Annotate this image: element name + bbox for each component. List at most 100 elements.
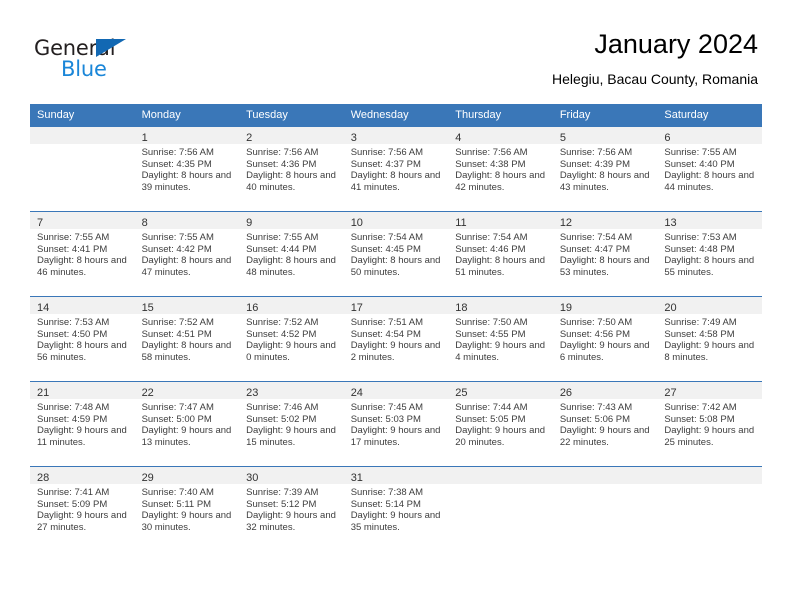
- day-number: 27: [664, 387, 677, 399]
- day-number-band: 20: [657, 297, 762, 314]
- calendar-header-row: Sunday Monday Tuesday Wednesday Thursday Frid…: [30, 104, 762, 127]
- day-number-band: 8: [134, 212, 240, 229]
- sunset-text: Sunset: 5:11 PM: [141, 498, 212, 510]
- day-details: Sunrise: 7:47 AM Sunset: 5:00 PM Daylight:…: [135, 399, 240, 448]
- daylight-text: Daylight: 9 hours and 0 minutes.: [246, 340, 336, 363]
- page-subtitle: Helegiu, Bacau County, Romania: [552, 71, 758, 87]
- calendar-day-cell[interactable]: 29 Sunrise: 7:40 AM Sunset: 5:11 PM Dayligh…: [134, 466, 240, 551]
- day-cell-inner: 29 Sunrise: 7:40 AM Sunset: 5:11 PM Dayligh…: [134, 467, 240, 551]
- sunrise-text: Sunrise: 7:46 AM: [246, 402, 319, 413]
- day-number-band: 12: [552, 212, 658, 229]
- sunset-text: Sunset: 4:50 PM: [37, 328, 108, 340]
- calendar-week-row: 14 Sunrise: 7:53 AM Sunset: 4:50 PM Dayligh…: [30, 296, 762, 382]
- day-details: Sunrise: 7:50 AM Sunset: 4:55 PM Daylight:…: [448, 314, 553, 363]
- sunrise-text: Sunrise: 7:51 AM: [350, 317, 424, 328]
- day-cell-inner: 4 Sunrise: 7:56 AM Sunset: 4:38 PM Daylight…: [448, 127, 553, 211]
- calendar-day-cell[interactable]: 6 Sunrise: 7:55 AM Sunset: 4:40 PM Daylight…: [657, 126, 762, 212]
- calendar-day-cell[interactable]: 8 Sunrise: 7:55 AM Sunset: 4:42 PM Daylight…: [134, 211, 240, 297]
- calendar-day-cell[interactable]: 7 Sunrise: 7:55 AM Sunset: 4:41 PM Daylight…: [30, 211, 135, 297]
- calendar-day-cell[interactable]: 11 Sunrise: 7:54 AM Sunset: 4:46 PM Dayligh…: [448, 211, 553, 297]
- calendar-day-cell[interactable]: 17 Sunrise: 7:51 AM Sunset: 4:54 PM Dayligh…: [343, 296, 449, 382]
- sunrise-text: Sunrise: 7:50 AM: [455, 317, 528, 328]
- calendar-day-cell[interactable]: 31 Sunrise: 7:38 AM Sunset: 5:14 PM Dayligh…: [343, 466, 449, 551]
- day-details: Sunrise: 7:42 AM Sunset: 5:08 PM Daylight:…: [657, 399, 762, 448]
- calendar-day-cell[interactable]: 3 Sunrise: 7:56 AM Sunset: 4:37 PM Daylight…: [343, 126, 449, 212]
- day-cell-inner: 24 Sunrise: 7:45 AM Sunset: 5:03 PM Dayligh…: [343, 382, 449, 466]
- calendar-day-cell[interactable]: 9 Sunrise: 7:55 AM Sunset: 4:44 PM Daylight…: [239, 211, 344, 297]
- day-number-band: 9: [239, 212, 344, 229]
- sunrise-text: Sunrise: 7:43 AM: [559, 402, 633, 413]
- calendar-day-cell[interactable]: 4 Sunrise: 7:56 AM Sunset: 4:38 PM Daylight…: [448, 126, 553, 212]
- day-number-band: 7: [30, 212, 135, 229]
- daylight-text: Daylight: 9 hours and 6 minutes.: [559, 340, 650, 363]
- day-cell-inner: 3 Sunrise: 7:56 AM Sunset: 4:37 PM Daylight…: [343, 127, 449, 211]
- day-number: 12: [559, 217, 573, 229]
- calendar-day-cell[interactable]: 15 Sunrise: 7:52 AM Sunset: 4:51 PM Dayligh…: [134, 296, 240, 382]
- day-number-band: 14: [30, 297, 135, 314]
- general-blue-logo[interactable]: General Blue: [34, 37, 164, 83]
- daylight-text: Daylight: 8 hours and 53 minutes.: [559, 255, 650, 278]
- calendar-day-cell[interactable]: 24 Sunrise: 7:45 AM Sunset: 5:03 PM Dayligh…: [343, 381, 449, 467]
- calendar-day-cell[interactable]: 22 Sunrise: 7:47 AM Sunset: 5:00 PM Dayligh…: [134, 381, 240, 467]
- day-details: Sunrise: 7:52 AM Sunset: 4:51 PM Daylight:…: [135, 314, 240, 363]
- day-number: 11: [455, 217, 467, 229]
- sunset-text: Sunset: 4:40 PM: [664, 158, 735, 170]
- day-details: Sunrise: 7:56 AM Sunset: 4:38 PM Daylight:…: [448, 144, 553, 193]
- calendar-day-cell[interactable]: 27 Sunrise: 7:42 AM Sunset: 5:08 PM Dayligh…: [657, 381, 762, 467]
- calendar-day-cell[interactable]: 16 Sunrise: 7:52 AM Sunset: 4:52 PM Dayligh…: [239, 296, 344, 382]
- sunrise-text: Sunrise: 7:48 AM: [37, 402, 110, 413]
- day-number: 23: [246, 387, 259, 399]
- calendar-day-cell[interactable]: 2 Sunrise: 7:56 AM Sunset: 4:36 PM Daylight…: [239, 126, 344, 212]
- sunrise-text: Sunrise: 7:53 AM: [664, 232, 737, 243]
- sunset-text: Sunset: 4:35 PM: [141, 158, 212, 170]
- calendar-day-cell[interactable]: 19 Sunrise: 7:50 AM Sunset: 4:56 PM Dayligh…: [552, 296, 658, 382]
- calendar-day-cell[interactable]: 23 Sunrise: 7:46 AM Sunset: 5:02 PM Dayligh…: [239, 381, 344, 467]
- calendar-day-cell[interactable]: 13 Sunrise: 7:53 AM Sunset: 4:48 PM Dayligh…: [657, 211, 762, 297]
- daylight-text: Daylight: 8 hours and 46 minutes.: [37, 255, 127, 278]
- day-cell-inner: 31 Sunrise: 7:38 AM Sunset: 5:14 PM Dayligh…: [343, 467, 449, 551]
- day-details: Sunrise: 7:43 AM Sunset: 5:06 PM Daylight:…: [553, 399, 658, 448]
- calendar-day-cell[interactable]: 26 Sunrise: 7:43 AM Sunset: 5:06 PM Dayligh…: [552, 381, 658, 467]
- daylight-text: Daylight: 8 hours and 50 minutes.: [350, 255, 441, 278]
- day-number-band: 10: [343, 212, 449, 229]
- calendar-day-cell[interactable]: 5 Sunrise: 7:56 AM Sunset: 4:39 PM Daylight…: [552, 126, 658, 212]
- sunrise-text: Sunrise: 7:55 AM: [246, 232, 319, 243]
- sunset-text: Sunset: 4:59 PM: [37, 413, 108, 425]
- calendar-day-cell[interactable]: 25 Sunrise: 7:44 AM Sunset: 5:05 PM Dayligh…: [448, 381, 553, 467]
- daylight-text: Daylight: 8 hours and 58 minutes.: [141, 340, 232, 363]
- calendar-day-cell[interactable]: 28 Sunrise: 7:41 AM Sunset: 5:09 PM Dayligh…: [30, 466, 135, 551]
- day-details: Sunrise: 7:55 AM Sunset: 4:44 PM Daylight:…: [239, 229, 344, 278]
- calendar-day-cell[interactable]: 12 Sunrise: 7:54 AM Sunset: 4:47 PM Dayligh…: [552, 211, 658, 297]
- day-number: 19: [559, 302, 573, 314]
- day-cell-inner: 12 Sunrise: 7:54 AM Sunset: 4:47 PM Dayligh…: [552, 212, 658, 296]
- daylight-text: Daylight: 9 hours and 25 minutes.: [664, 425, 755, 448]
- sunrise-text: Sunrise: 7:54 AM: [559, 232, 633, 243]
- day-cell-inner: 11 Sunrise: 7:54 AM Sunset: 4:46 PM Dayligh…: [448, 212, 553, 296]
- day-cell-inner: 20 Sunrise: 7:49 AM Sunset: 4:58 PM Dayligh…: [657, 297, 762, 381]
- calendar-day-cell[interactable]: 20 Sunrise: 7:49 AM Sunset: 4:58 PM Dayligh…: [657, 296, 762, 382]
- calendar-day-cell[interactable]: 14 Sunrise: 7:53 AM Sunset: 4:50 PM Dayligh…: [30, 296, 135, 382]
- day-number-band: 24: [343, 382, 449, 399]
- calendar-day-cell[interactable]: 30 Sunrise: 7:39 AM Sunset: 5:12 PM Dayligh…: [239, 466, 344, 551]
- day-number: 18: [455, 302, 468, 314]
- day-details: Sunrise: 7:56 AM Sunset: 4:35 PM Daylight:…: [135, 144, 240, 193]
- sunset-text: Sunset: 4:39 PM: [559, 158, 631, 170]
- day-number: 15: [141, 302, 154, 314]
- day-details: Sunrise: 7:50 AM Sunset: 4:56 PM Daylight:…: [553, 314, 658, 363]
- day-number: 7: [37, 217, 44, 229]
- sunset-text: Sunset: 5:05 PM: [455, 413, 526, 425]
- day-cell-inner: 16 Sunrise: 7:52 AM Sunset: 4:52 PM Dayligh…: [239, 297, 344, 381]
- day-number: 6: [664, 132, 671, 144]
- calendar-day-cell[interactable]: 1 Sunrise: 7:56 AM Sunset: 4:35 PM Daylight…: [134, 126, 240, 212]
- day-number: 21: [37, 387, 50, 399]
- calendar-day-cell[interactable]: 10 Sunrise: 7:54 AM Sunset: 4:45 PM Dayligh…: [343, 211, 449, 297]
- weekday-header-sunday: Sunday: [30, 104, 135, 127]
- sunset-text: Sunset: 4:45 PM: [350, 243, 421, 255]
- calendar-day-cell[interactable]: 21 Sunrise: 7:48 AM Sunset: 4:59 PM Dayligh…: [30, 381, 135, 467]
- day-number: 17: [350, 302, 363, 314]
- day-number: 20: [664, 302, 677, 314]
- calendar-day-cell[interactable]: 18 Sunrise: 7:50 AM Sunset: 4:55 PM Dayligh…: [448, 296, 553, 382]
- sunset-text: Sunset: 4:37 PM: [350, 158, 421, 170]
- day-cell-inner: 23 Sunrise: 7:46 AM Sunset: 5:02 PM Dayligh…: [239, 382, 344, 466]
- day-details: Sunrise: 7:56 AM Sunset: 4:39 PM Daylight:…: [553, 144, 658, 193]
